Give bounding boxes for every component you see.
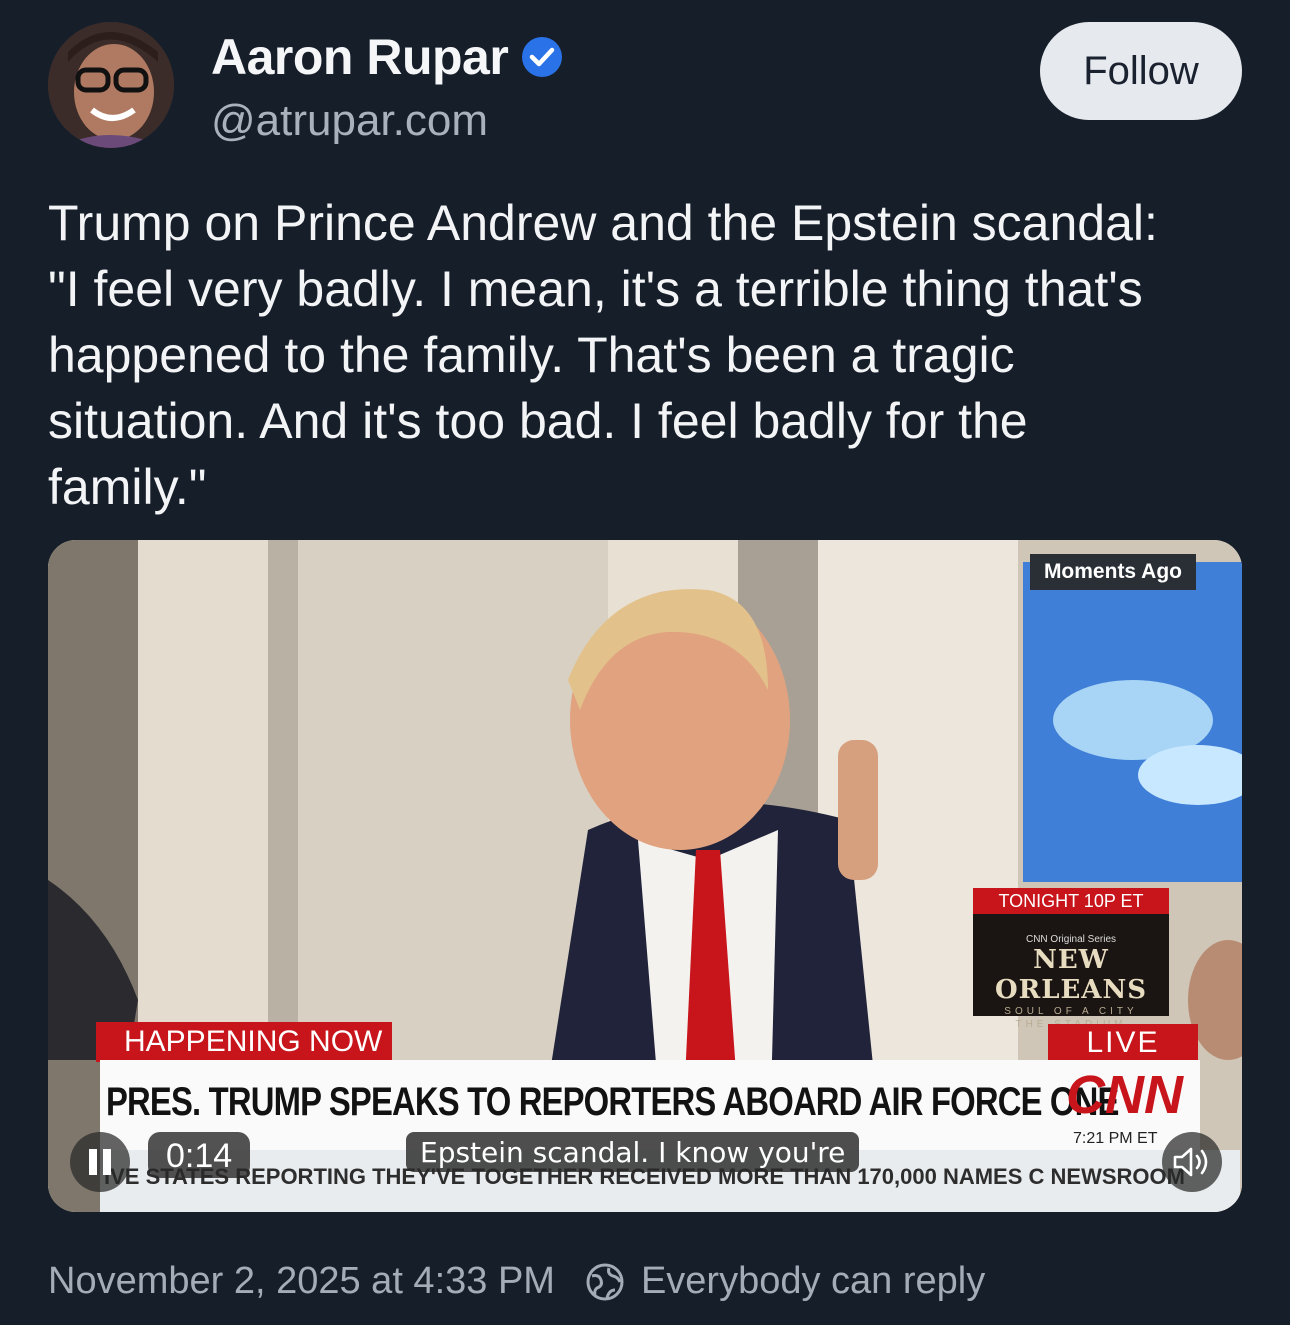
live-label: LIVE [1048, 1024, 1198, 1062]
author-name-row: Aaron Rupar [211, 28, 564, 86]
chyron-headline: PRES. TRUMP SPEAKS TO REPORTERS ABOARD A… [106, 1080, 1119, 1124]
author-name[interactable]: Aaron Rupar [211, 28, 509, 86]
post-timestamp[interactable]: November 2, 2025 at 4:33 PM [48, 1260, 555, 1303]
pause-icon [89, 1149, 111, 1175]
moments-ago-badge: Moments Ago [1029, 554, 1196, 590]
volume-icon [1173, 1147, 1208, 1177]
network-logo: CNN [1066, 1065, 1183, 1125]
broadcast-time: 7:21 PM ET [1073, 1130, 1158, 1147]
promo-title: NEW ORLEANS [994, 945, 1148, 1005]
reply-setting[interactable]: Everybody can reply [641, 1260, 985, 1303]
video-caption: Epstein scandal. I know you're [406, 1132, 860, 1172]
promo-label: TONIGHT 10P ET [973, 888, 1169, 914]
avatar[interactable] [48, 22, 174, 148]
elapsed-time: 0:14 [148, 1132, 251, 1178]
promo-box: CNN Original Series NEW ORLEANS SOUL OF … [973, 914, 1169, 1030]
volume-button[interactable] [1162, 1132, 1222, 1192]
follow-button[interactable]: Follow [1040, 22, 1242, 120]
video-player[interactable]: Moments Ago TONIGHT 10P ET CNN Original … [48, 540, 1242, 1212]
globe-icon [586, 1263, 624, 1300]
post-text: Trump on Prince Andrew and the Epstein s… [48, 195, 1158, 515]
promo-series: CNN Original Series [1025, 934, 1117, 945]
verified-check-icon [522, 37, 563, 77]
post-footer: November 2, 2025 at 4:33 PM Everybody ca… [48, 1260, 985, 1303]
pause-button[interactable] [70, 1132, 130, 1192]
happening-now-label: HAPPENING NOW [96, 1022, 392, 1062]
author-handle[interactable]: @atrupar.com [211, 96, 488, 146]
avatar-icon [48, 22, 174, 148]
promo-subtitle-1: SOUL OF A CITY [1004, 1006, 1138, 1017]
